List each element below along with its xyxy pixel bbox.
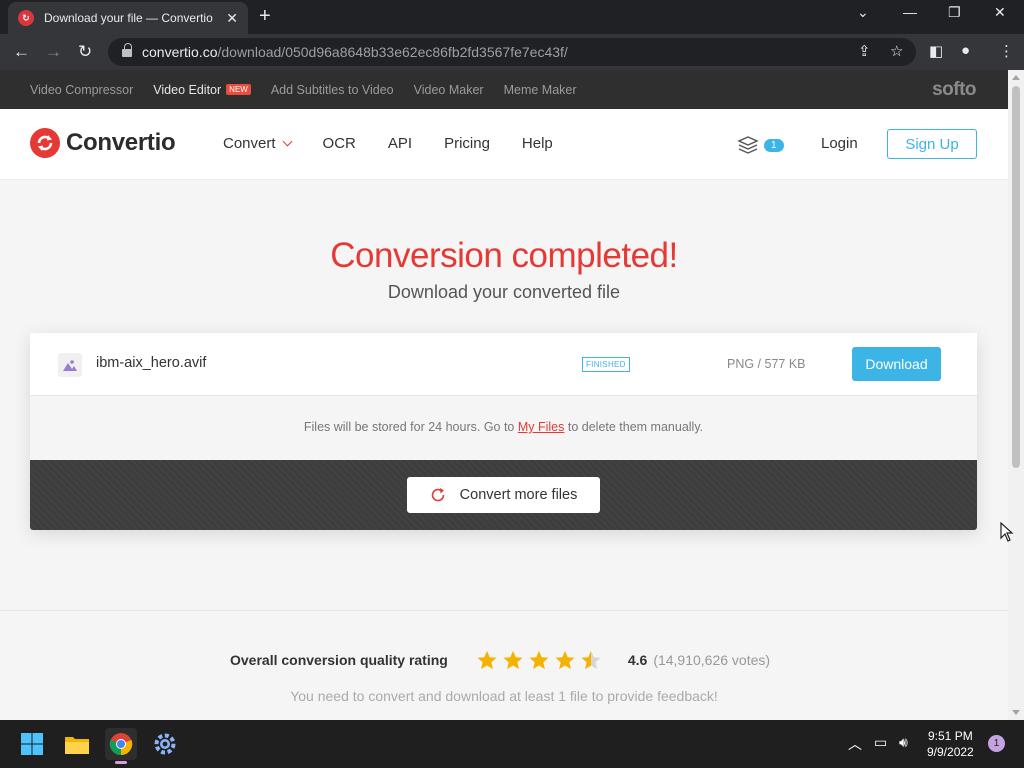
notification-badge[interactable]: 1 — [988, 735, 1005, 752]
storage-text-after: to delete them manually. — [564, 420, 704, 434]
my-files-button[interactable]: 1 — [738, 136, 784, 154]
image-file-icon — [58, 353, 82, 377]
quality-rating: Overall conversion quality rating 4.6 (1… — [230, 650, 770, 670]
nav-ocr[interactable]: OCR — [323, 135, 356, 152]
menu-kebab-icon[interactable]: ⋮ — [999, 42, 1014, 60]
login-link[interactable]: Login — [821, 135, 858, 152]
convertio-favicon-icon: ↻ — [18, 10, 34, 26]
softo-logo[interactable]: softo — [932, 79, 976, 101]
page-title: Conversion completed! — [330, 236, 678, 275]
promo-video-editor-label: Video Editor — [153, 82, 222, 97]
new-tab-icon[interactable]: + — [259, 6, 271, 26]
reload-icon[interactable]: ↻ — [78, 42, 92, 62]
section-divider — [0, 610, 1008, 611]
promo-video-compressor[interactable]: Video Compressor — [30, 83, 133, 97]
star-icon[interactable] — [528, 650, 550, 670]
convertio-logo-icon — [30, 128, 60, 158]
convert-more-button[interactable]: Convert more files — [407, 477, 600, 513]
refresh-icon — [431, 488, 444, 502]
clock-date: 9/9/2022 — [927, 745, 974, 759]
star-half-icon[interactable] — [580, 650, 602, 670]
file-row: ibm-aix_hero.avif FINISHED PNG / 577 KB … — [30, 333, 977, 396]
taskbar: ︿ ▭ 🔊︎ 9:51 PM 9/9/2022 1 — [0, 720, 1024, 768]
page-scrollbar[interactable] — [1008, 70, 1024, 720]
scroll-up-icon[interactable] — [1012, 75, 1020, 80]
browser-tab[interactable]: ↻ Download your file — Convertio ✕ — [8, 2, 248, 34]
file-explorer-icon[interactable] — [61, 728, 93, 760]
star-icon[interactable] — [554, 650, 576, 670]
star-icon[interactable] — [502, 650, 524, 670]
nav-pricing[interactable]: Pricing — [444, 135, 490, 152]
tab-close-icon[interactable]: ✕ — [226, 10, 238, 27]
main-nav: Convert OCR API Pricing Help — [223, 135, 585, 152]
address-bar[interactable]: convertio.co/download/050d96a8648b33e62e… — [108, 38, 916, 66]
side-panel-icon[interactable]: ◧ — [929, 42, 943, 60]
lock-icon[interactable] — [122, 42, 132, 58]
minimize-icon[interactable]: — — [903, 4, 917, 20]
storage-notice: Files will be stored for 24 hours. Go to… — [30, 396, 977, 460]
scroll-down-icon[interactable] — [1012, 710, 1020, 715]
nav-convert[interactable]: Convert — [223, 135, 292, 152]
download-button[interactable]: Download — [852, 347, 941, 381]
convert-more-label: Convert more files — [459, 487, 578, 503]
conversion-card: ibm-aix_hero.avif FINISHED PNG / 577 KB … — [30, 333, 977, 530]
file-format-size: PNG / 577 KB — [727, 357, 806, 371]
rating-votes: (14,910,626 votes) — [653, 652, 771, 668]
tab-title: Download your file — Convertio — [44, 11, 213, 25]
bookmark-star-icon[interactable]: ☆ — [890, 42, 903, 60]
profile-icon[interactable]: ● — [961, 42, 970, 59]
site-header: Convertio Convert OCR API Pricing Help 1… — [0, 109, 1008, 180]
system-clock[interactable]: 9:51 PM 9/9/2022 — [927, 728, 974, 760]
rating-value: 4.6 — [627, 652, 648, 668]
close-window-icon[interactable]: ✕ — [994, 4, 1006, 21]
star-icon[interactable] — [476, 650, 498, 670]
convertio-logo[interactable]: Convertio — [30, 128, 176, 158]
page-subtitle: Download your converted file — [387, 282, 621, 302]
active-app-indicator — [115, 761, 127, 764]
url-path: /download/050d96a8648b33e62ec86fb2fd3567… — [217, 44, 568, 60]
storage-text-before: Files will be stored for 24 hours. Go to — [303, 420, 518, 434]
chevron-down-icon — [282, 136, 292, 147]
layers-icon — [738, 136, 758, 154]
back-icon[interactable]: ← — [13, 42, 30, 62]
convert-more-section: Convert more files — [30, 460, 977, 530]
file-name: ibm-aix_hero.avif — [96, 355, 207, 371]
my-files-link[interactable]: My Files — [518, 420, 565, 434]
volume-icon[interactable]: 🔊︎ — [899, 734, 908, 751]
share-icon[interactable]: ⇪ — [858, 42, 871, 60]
scroll-thumb[interactable] — [1012, 86, 1020, 468]
rating-label: Overall conversion quality rating — [230, 652, 448, 668]
nav-help[interactable]: Help — [522, 135, 553, 152]
forward-icon[interactable]: → — [45, 42, 62, 62]
windows-start-icon[interactable] — [16, 728, 48, 760]
mouse-cursor-icon — [1000, 522, 1014, 542]
feedback-notice: You need to convert and download at leas… — [290, 688, 718, 704]
restore-icon[interactable]: ❐ — [948, 4, 961, 21]
new-badge: NEW — [226, 84, 251, 95]
nav-convert-label: Convert — [223, 135, 276, 152]
rating-stars — [476, 650, 606, 670]
tab-search-chevron-icon[interactable]: ⌄ — [857, 4, 869, 21]
nav-api[interactable]: API — [388, 135, 412, 152]
promo-bar: Video Compressor Video Editor NEW Add Su… — [0, 70, 1008, 109]
files-count-badge: 1 — [764, 138, 784, 152]
browser-toolbar: ← → ↻ convertio.co/download/050d96a8648b… — [0, 34, 1024, 70]
promo-video-maker[interactable]: Video Maker — [414, 83, 484, 97]
main-content: Conversion completed! Download your conv… — [0, 180, 1008, 720]
clock-time: 9:51 PM — [928, 729, 973, 743]
promo-video-editor[interactable]: Video Editor NEW — [153, 83, 251, 97]
signup-button[interactable]: Sign Up — [887, 129, 977, 159]
chrome-icon[interactable] — [105, 728, 137, 764]
tray-chevron-up-icon[interactable]: ︿ — [848, 734, 862, 754]
promo-meme-maker[interactable]: Meme Maker — [504, 83, 577, 97]
network-icon[interactable]: ▭ — [874, 734, 887, 751]
logo-text: Convertio — [66, 129, 176, 156]
settings-gear-icon[interactable] — [149, 728, 181, 760]
status-badge: FINISHED — [582, 357, 630, 372]
promo-add-subtitles[interactable]: Add Subtitles to Video — [271, 83, 394, 97]
url-host: convertio.co — [142, 44, 218, 60]
browser-titlebar: ↻ Download your file — Convertio ✕ + ⌄ —… — [0, 0, 1024, 34]
